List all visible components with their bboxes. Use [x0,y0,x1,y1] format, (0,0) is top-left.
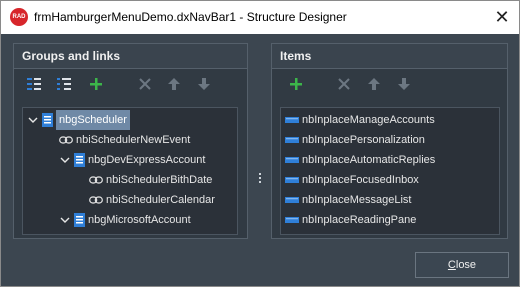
tree-node-nbgMicrosoftAccount[interactable]: nbgMicrosoftAccount [59,210,191,230]
arrow-down-icon [198,78,210,90]
groups-and-links-panel: Groups and links nbgScheduler nbiSchedul… [13,43,248,239]
tree-node-label: nbgDevExpressAccount [88,154,206,166]
chevron-down-icon[interactable] [27,114,39,126]
close-button-label: lose [455,259,477,271]
move-down-button[interactable] [194,74,214,94]
items-panel-header: Items [272,44,507,69]
group-icon [42,113,53,127]
collapse-all-icon [57,78,71,90]
structure-designer-window: RAD frmHamburgerMenuDemo.dxNavBar1 - Str… [0,0,520,287]
item-label: nbInplacePersonalization [302,134,425,146]
inplace-item-icon [285,157,299,163]
tree-node-label: nbiSchedulerBithDate [106,174,213,186]
plus-icon [90,78,102,90]
items-toolbar [272,69,507,99]
link-icon [89,196,103,204]
tree-node-nbgScheduler[interactable]: nbgScheduler [27,110,130,130]
delete-x-icon [338,78,350,90]
title-bar[interactable]: RAD frmHamburgerMenuDemo.dxNavBar1 - Str… [1,1,519,34]
inplace-item-icon [285,217,299,223]
groups-toolbar [14,69,247,99]
inplace-item-icon [285,197,299,203]
add-item-button[interactable] [286,74,306,94]
chevron-down-icon[interactable] [59,214,71,226]
list-item[interactable]: nbInplaceAutomaticReplies [285,150,435,170]
link-icon [89,176,103,184]
splitter-grip-icon [259,173,261,183]
delete-button[interactable] [135,74,155,94]
expand-all-button[interactable] [24,74,44,94]
collapse-all-button[interactable] [54,74,74,94]
groups-panel-header: Groups and links [14,44,247,69]
tree-node-nbiSchedulerCalendar[interactable]: nbiSchedulerCalendar [89,190,215,210]
inplace-item-icon [285,137,299,143]
tree-node-nbgDevExpressAccount[interactable]: nbgDevExpressAccount [59,150,205,170]
close-button[interactable]: Close [415,252,509,278]
groups-tree[interactable]: nbgScheduler nbiSchedulerNewEvent nbgDev… [22,107,238,235]
move-item-up-button[interactable] [364,74,384,94]
move-item-down-button[interactable] [394,74,414,94]
item-label: nbInplaceReadingPane [302,214,417,226]
close-window-icon[interactable]: ✕ [488,4,516,30]
item-label: nbInplaceAutomaticReplies [302,154,436,166]
tree-node-label: nbiSchedulerNewEvent [76,134,191,146]
arrow-up-icon [368,78,380,90]
window-title: frmHamburgerMenuDemo.dxNavBar1 - Structu… [34,10,347,24]
tree-node-label: nbgScheduler [56,110,130,130]
delete-item-button[interactable] [334,74,354,94]
items-panel: Items nbInplaceManageAccounts nbInplaceP… [271,43,508,239]
chevron-down-icon[interactable] [59,154,71,166]
list-item[interactable]: nbInplaceReadingPane [285,210,416,230]
delete-x-icon [139,78,151,90]
move-up-button[interactable] [164,74,184,94]
close-button-accelerator: C [447,259,456,271]
tree-node-label: nbiSchedulerCalendar [106,194,215,206]
link-icon [59,136,73,144]
item-label: nbInplaceFocusedInbox [302,174,419,186]
inplace-item-icon [285,177,299,183]
tree-node-label: nbgMicrosoftAccount [88,214,191,226]
dialog-body: Groups and links nbgScheduler nbiSchedul… [1,34,519,286]
inplace-item-icon [285,117,299,123]
plus-icon [290,78,302,90]
list-item[interactable]: nbInplaceManageAccounts [285,110,435,130]
tree-node-nbiSchedulerBithDate[interactable]: nbiSchedulerBithDate [89,170,212,190]
arrow-down-icon [398,78,410,90]
add-group-button[interactable] [86,74,106,94]
list-item[interactable]: nbInplaceFocusedInbox [285,170,419,190]
expand-all-icon [27,78,41,90]
item-label: nbInplaceManageAccounts [302,114,435,126]
list-item[interactable]: nbInplacePersonalization [285,130,425,150]
group-icon [74,213,85,227]
list-item[interactable]: nbInplaceMessageList [285,190,411,210]
item-label: nbInplaceMessageList [302,194,412,206]
panel-splitter[interactable] [258,172,262,184]
rad-app-icon: RAD [10,8,28,26]
tree-node-nbiSchedulerNewEvent[interactable]: nbiSchedulerNewEvent [59,130,190,150]
items-list[interactable]: nbInplaceManageAccounts nbInplacePersona… [280,107,500,235]
arrow-up-icon [168,78,180,90]
group-icon [74,153,85,167]
